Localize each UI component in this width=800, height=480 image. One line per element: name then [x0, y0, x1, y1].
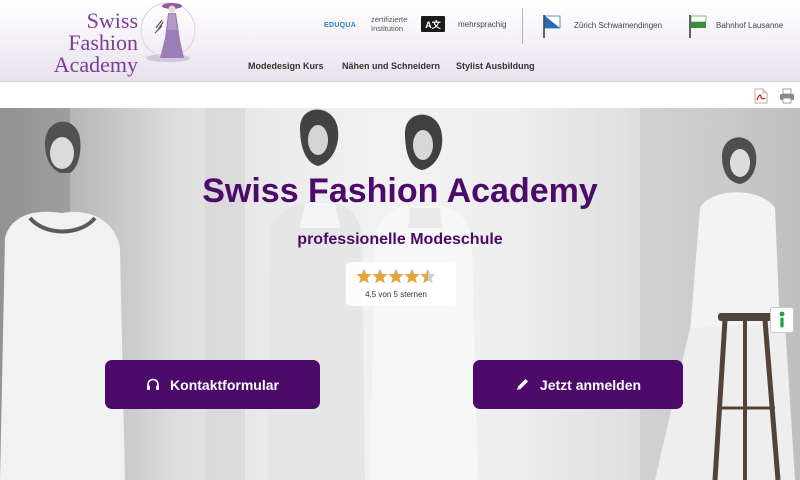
nav-item-stylist[interactable]: Stylist Ausbildung	[456, 61, 535, 71]
logo-line-1: Swiss Fashion	[68, 8, 138, 55]
rating-text: 4.5 von 5 sternen	[365, 290, 427, 299]
side-accessibility-tab[interactable]	[770, 307, 794, 333]
star-4-icon	[404, 268, 420, 284]
print-icon[interactable]	[779, 88, 795, 104]
nav-item-naehen[interactable]: Nähen und Schneidern	[342, 61, 440, 71]
hero-title: Swiss Fashion Academy	[202, 172, 598, 210]
pencil-icon	[516, 379, 528, 390]
register-button[interactable]: Jetzt anmelden	[473, 360, 683, 409]
language-icon: A文	[421, 16, 445, 32]
location-lausanne-link[interactable]: Bahnhof Lausanne	[716, 21, 783, 30]
nav-item-modedesign[interactable]: Modedesign Kurs	[248, 61, 324, 71]
contact-form-button[interactable]: Kontaktformular	[105, 360, 320, 409]
language-text: mehrsprachig	[458, 20, 507, 29]
tool-strip	[0, 82, 800, 108]
contact-form-label: Kontaktformular	[170, 376, 279, 393]
hero-subtitle: professionelle Modeschule	[297, 231, 503, 248]
register-label: Jetzt anmelden	[539, 376, 642, 393]
main-nav: Modedesign Kurs Nähen und Schneidern Sty…	[0, 61, 800, 75]
eduqua-badge: EDUQUA	[324, 18, 362, 34]
logo-figure-icon	[140, 2, 196, 62]
rating-stars	[356, 268, 436, 284]
accessibility-icon	[779, 311, 785, 328]
star-1-icon	[356, 268, 372, 284]
certified-text: zertifizierte Institution	[371, 15, 408, 33]
star-2-icon	[372, 268, 388, 284]
star-5-half-icon	[420, 268, 436, 284]
headset-icon	[147, 378, 160, 390]
vaud-flag-icon[interactable]	[689, 14, 707, 38]
site-header: Swiss Fashion Academy EDUQUA zertifizier…	[0, 0, 800, 82]
zurich-flag-icon[interactable]	[543, 14, 561, 38]
eduqua-label: EDUQUA	[324, 22, 357, 29]
location-zurich-link[interactable]: Zürich Schwamendingen	[574, 21, 662, 30]
star-3-icon	[388, 268, 404, 284]
pdf-icon[interactable]	[754, 88, 768, 104]
header-divider	[522, 8, 523, 44]
